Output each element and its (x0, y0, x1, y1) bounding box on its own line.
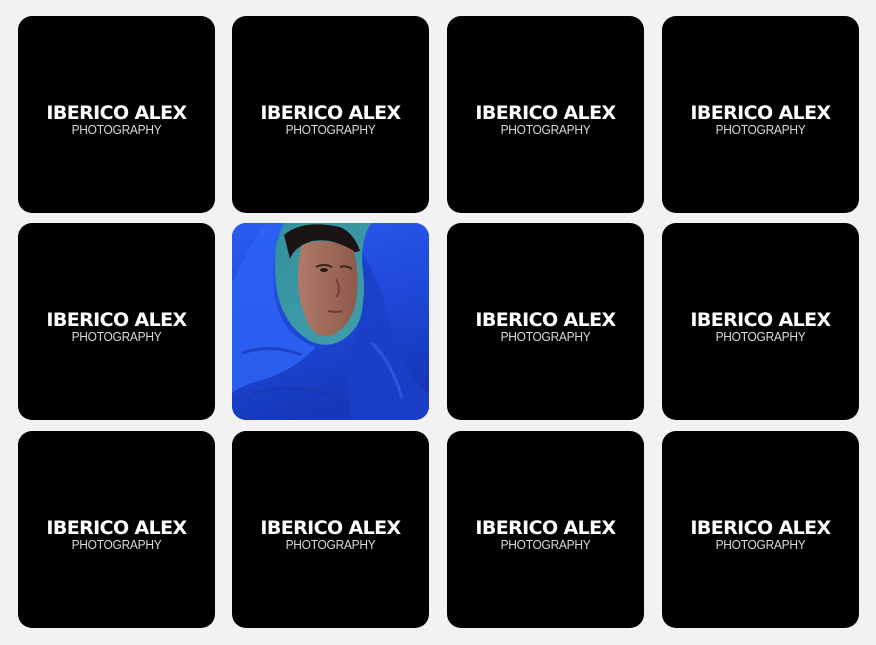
card-4[interactable]: IBERICO ALEX PHOTOGRAPHY (662, 16, 859, 213)
card-2[interactable]: IBERICO ALEX PHOTOGRAPHY (232, 16, 429, 213)
logo-title: IBERICO ALEX (260, 102, 401, 124)
logo-title: IBERICO ALEX (475, 517, 616, 539)
logo-subtitle: PHOTOGRAPHY (500, 329, 591, 344)
card-10[interactable]: IBERICO ALEX PHOTOGRAPHY (232, 431, 429, 628)
logo-title: IBERICO ALEX (46, 102, 187, 124)
brand-logo: IBERICO ALEX PHOTOGRAPHY (18, 102, 215, 137)
logo-subtitle: PHOTOGRAPHY (500, 537, 591, 552)
brand-logo: IBERICO ALEX PHOTOGRAPHY (447, 309, 644, 344)
card-8[interactable]: IBERICO ALEX PHOTOGRAPHY (662, 223, 859, 420)
card-3[interactable]: IBERICO ALEX PHOTOGRAPHY (447, 16, 644, 213)
memory-card-grid: IBERICO ALEX PHOTOGRAPHY IBERICO ALEX PH… (0, 0, 876, 645)
portrait-photo (232, 223, 429, 420)
logo-subtitle: PHOTOGRAPHY (71, 329, 162, 344)
brand-logo: IBERICO ALEX PHOTOGRAPHY (662, 102, 859, 137)
logo-subtitle: PHOTOGRAPHY (71, 537, 162, 552)
logo-subtitle: PHOTOGRAPHY (500, 122, 591, 137)
logo-subtitle: PHOTOGRAPHY (715, 329, 806, 344)
logo-subtitle: PHOTOGRAPHY (715, 122, 806, 137)
logo-subtitle: PHOTOGRAPHY (715, 537, 806, 552)
logo-title: IBERICO ALEX (46, 517, 187, 539)
brand-logo: IBERICO ALEX PHOTOGRAPHY (662, 309, 859, 344)
logo-title: IBERICO ALEX (475, 102, 616, 124)
logo-subtitle: PHOTOGRAPHY (285, 122, 376, 137)
card-5[interactable]: IBERICO ALEX PHOTOGRAPHY (18, 223, 215, 420)
logo-subtitle: PHOTOGRAPHY (285, 537, 376, 552)
card-1[interactable]: IBERICO ALEX PHOTOGRAPHY (18, 16, 215, 213)
card-12[interactable]: IBERICO ALEX PHOTOGRAPHY (662, 431, 859, 628)
brand-logo: IBERICO ALEX PHOTOGRAPHY (447, 102, 644, 137)
brand-logo: IBERICO ALEX PHOTOGRAPHY (18, 517, 215, 552)
logo-title: IBERICO ALEX (690, 102, 831, 124)
logo-subtitle: PHOTOGRAPHY (71, 122, 162, 137)
logo-title: IBERICO ALEX (690, 517, 831, 539)
logo-title: IBERICO ALEX (46, 309, 187, 331)
logo-title: IBERICO ALEX (690, 309, 831, 331)
card-11[interactable]: IBERICO ALEX PHOTOGRAPHY (447, 431, 644, 628)
card-9[interactable]: IBERICO ALEX PHOTOGRAPHY (18, 431, 215, 628)
brand-logo: IBERICO ALEX PHOTOGRAPHY (18, 309, 215, 344)
card-7[interactable]: IBERICO ALEX PHOTOGRAPHY (447, 223, 644, 420)
brand-logo: IBERICO ALEX PHOTOGRAPHY (662, 517, 859, 552)
logo-title: IBERICO ALEX (475, 309, 616, 331)
brand-logo: IBERICO ALEX PHOTOGRAPHY (447, 517, 644, 552)
logo-title: IBERICO ALEX (260, 517, 401, 539)
card-6-revealed[interactable] (232, 223, 429, 420)
brand-logo: IBERICO ALEX PHOTOGRAPHY (232, 517, 429, 552)
brand-logo: IBERICO ALEX PHOTOGRAPHY (232, 102, 429, 137)
